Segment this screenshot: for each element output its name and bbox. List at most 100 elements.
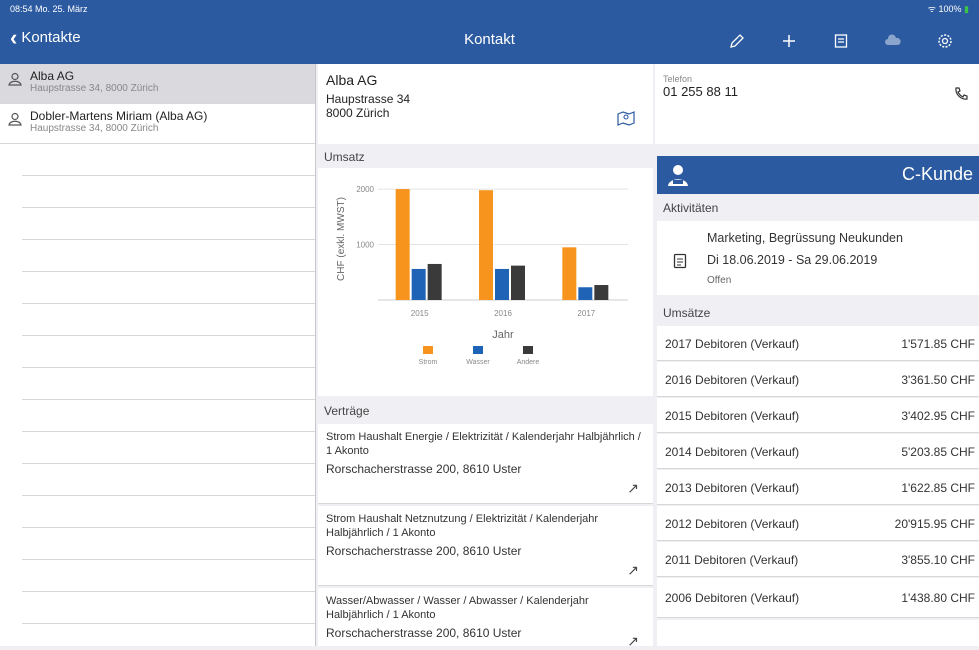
vertrag-item[interactable]: Wasser/Abwasser / Wasser / Abwasser / Ka… [318, 588, 653, 649]
umsatz-row[interactable]: 2015 Debitoren (Verkauf) 3'402.95 CHF [657, 398, 979, 433]
umsatz-row-partial[interactable] [657, 620, 979, 646]
edit-button[interactable] [711, 27, 763, 55]
sync-button[interactable] [867, 27, 919, 55]
contact-address: Haupstrasse 34, 8000 Zürich [30, 83, 159, 94]
phone-label: Telefon [663, 74, 693, 84]
y-tick-label: 2000 [356, 185, 374, 194]
aktivitaet-item[interactable]: Marketing, Begrüssung Neukunden Di 18.06… [657, 221, 979, 295]
city: 8000 Zürich [326, 106, 390, 120]
umsatz-header: Umsatz [318, 146, 653, 168]
vertrag-item[interactable]: Strom Haushalt Energie / Elektrizität / … [318, 424, 653, 504]
empty-row [22, 464, 315, 496]
arrow-icon[interactable]: ↗ [627, 562, 639, 579]
legend-label-strom: Strom [419, 359, 438, 366]
bar-andere [427, 263, 442, 300]
contact-item-dobler[interactable]: Dobler-Martens Miriam (Alba AG) Haupstra… [0, 104, 315, 144]
vertraege-header: Verträge [318, 400, 653, 422]
umsatz-row[interactable]: 2014 Debitoren (Verkauf) 5'203.85 CHF [657, 434, 979, 469]
map-button[interactable] [617, 110, 635, 131]
bar-wasser [495, 268, 509, 300]
umsatz-label: 2016 Debitoren (Verkauf) [665, 373, 800, 387]
empty-row [22, 240, 315, 272]
empty-row [22, 304, 315, 336]
empty-row [22, 208, 315, 240]
y-tick-label: 1000 [356, 241, 374, 250]
phone-icon [955, 87, 968, 100]
umsatz-label: 2015 Debitoren (Verkauf) [665, 409, 800, 423]
nav-bar: ‹ Kontakte Kontakt [0, 17, 979, 64]
empty-row [22, 432, 315, 464]
chevron-left-icon: ‹ [10, 25, 18, 50]
save-icon [834, 34, 848, 48]
contact-item-alba[interactable]: Alba AG Haupstrasse 34, 8000 Zürich [0, 64, 315, 104]
bar-wasser [578, 287, 593, 300]
vertrag-description: Wasser/Abwasser / Wasser / Abwasser / Ka… [326, 595, 589, 621]
umsatz-row[interactable]: 2016 Debitoren (Verkauf) 3'361.50 CHF [657, 362, 979, 397]
umsatz-row[interactable]: 2017 Debitoren (Verkauf) 1'571.85 CHF [657, 326, 979, 361]
umsatz-amount: 3'855.10 CHF [901, 553, 975, 567]
settings-button[interactable] [919, 27, 971, 55]
umsatz-label: 2006 Debitoren (Verkauf) [665, 591, 800, 605]
umsatz-row[interactable]: 2012 Debitoren (Verkauf) 20'915.95 CHF [657, 506, 979, 541]
vertrag-item[interactable]: Strom Haushalt Netznutzung / Elektrizitä… [318, 506, 653, 586]
save-button[interactable] [815, 27, 867, 55]
customer-category-banner: C-Kunde [657, 156, 979, 194]
arrow-icon[interactable]: ↗ [627, 633, 639, 650]
contact-address: Haupstrasse 34, 8000 Zürich [30, 123, 159, 134]
customer-category: C-Kunde [901, 164, 973, 184]
umsatz-label: 2014 Debitoren (Verkauf) [665, 445, 800, 459]
umsatz-row[interactable]: 2013 Debitoren (Verkauf) 1'622.85 CHF [657, 470, 979, 505]
x-tick-label: 2015 [411, 309, 429, 318]
pencil-icon [730, 34, 744, 48]
umsatz-label: 2013 Debitoren (Verkauf) [665, 481, 800, 495]
bar-wasser [411, 268, 426, 300]
empty-row [22, 144, 315, 176]
umsatz-label: 2017 Debitoren (Verkauf) [665, 337, 800, 351]
person-icon [8, 112, 22, 126]
x-tick-label: 2017 [577, 309, 595, 318]
empty-row [22, 528, 315, 560]
y-axis-label: CHF (exkl. MWST) [336, 197, 347, 281]
bar-andere [594, 285, 609, 300]
umsatz-chart-card: 2000 1000 CHF (exkl. MWST) 2015 2016 2017 Jahr… [318, 168, 653, 396]
map-icon [617, 111, 635, 126]
vertrag-description: Strom Haushalt Energie / Elektrizität / … [326, 431, 641, 457]
contact-name: Dobler-Martens Miriam (Alba AG) [30, 109, 208, 123]
empty-row [22, 496, 315, 528]
vertrag-address: Rorschacherstrasse 200, 8610 Uster [326, 626, 522, 640]
call-button[interactable] [953, 86, 969, 107]
plus-icon [783, 35, 795, 47]
vertrag-address: Rorschacherstrasse 200, 8610 Uster [326, 462, 522, 476]
empty-row [22, 336, 315, 368]
umsaetze-header: Umsätze [657, 302, 979, 324]
battery-indicator: ᯤ 100% ▮ [927, 4, 969, 14]
umsatz-amount: 1'622.85 CHF [901, 481, 975, 495]
address-card: Alba AG Haupstrasse 34 8000 Zürich [318, 64, 653, 144]
phone-number[interactable]: 01 255 88 11 [663, 84, 971, 99]
empty-row [22, 368, 315, 400]
legend-swatch-andere [523, 346, 533, 354]
bar-strom [562, 247, 577, 300]
umsatz-amount: 20'915.95 CHF [894, 517, 975, 531]
umsatz-label: 2011 Debitoren (Verkauf) [665, 553, 799, 567]
arrow-icon[interactable]: ↗ [627, 480, 639, 497]
aktivitaeten-header: Aktivitäten [657, 197, 979, 219]
vertrag-address: Rorschacherstrasse 200, 8610 Uster [326, 544, 522, 558]
company-name: Alba AG [326, 72, 378, 88]
legend-label-andere: Andere [517, 359, 540, 366]
contact-name: Alba AG [30, 69, 75, 83]
document-icon [673, 253, 687, 269]
add-button[interactable] [763, 27, 815, 55]
empty-row [22, 272, 315, 304]
cloud-icon [885, 34, 901, 45]
empty-row [22, 400, 315, 432]
aktivitaet-title: Marketing, Begrüssung Neukunden [707, 231, 903, 245]
company-icon [8, 72, 22, 86]
bar-strom [479, 190, 493, 300]
umsatz-row[interactable]: 2011 Debitoren (Verkauf) 3'855.10 CHF [657, 542, 979, 577]
street: Haupstrasse 34 [326, 92, 411, 106]
back-button[interactable]: ‹ Kontakte [10, 25, 81, 50]
vertrag-description: Strom Haushalt Netznutzung / Elektrizitä… [326, 513, 599, 539]
umsatz-row[interactable]: 2006 Debitoren (Verkauf) 1'438.80 CHF [657, 578, 979, 618]
empty-row [22, 560, 315, 592]
